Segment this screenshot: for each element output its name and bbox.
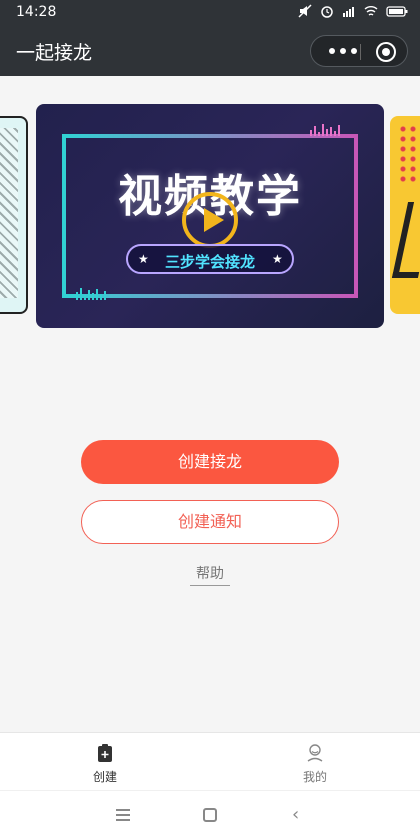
carousel-slide-video-tutorial[interactable]: 视频教学 ★ 三步学会接龙 ★	[36, 104, 384, 328]
close-icon[interactable]	[376, 42, 396, 62]
mute-icon	[298, 4, 312, 18]
banner-carousel[interactable]: 视频教学 ★ 三步学会接龙 ★	[0, 76, 420, 346]
banner-subtitle-pill: ★ 三步学会接龙 ★	[126, 244, 294, 274]
tab-create-label: 创建	[92, 770, 117, 784]
banner-equalizer-bottom	[76, 286, 106, 300]
tab-bar: 创建 我的	[0, 732, 420, 790]
system-nav-bar: ‹	[0, 790, 420, 840]
capsule-divider	[360, 44, 361, 60]
tab-create[interactable]: 创建	[0, 733, 210, 791]
user-icon	[307, 744, 323, 762]
banner-subtitle: 三步学会接龙	[164, 253, 255, 271]
tab-mine-label: 我的	[302, 770, 327, 784]
star-icon: ★	[272, 252, 283, 266]
create-notice-button[interactable]: 创建通知	[81, 500, 339, 544]
page-title: 一起接龙	[16, 42, 93, 64]
status-icons	[298, 4, 408, 18]
mini-program-capsule	[310, 35, 408, 67]
carousel-slide-next[interactable]	[390, 116, 420, 314]
create-doc-icon	[98, 744, 112, 762]
create-relay-button[interactable]: 创建接龙	[81, 440, 339, 484]
help-link[interactable]: 帮助	[190, 563, 230, 586]
back-icon[interactable]: ‹	[292, 806, 299, 824]
status-time: 14:28	[16, 4, 57, 20]
wifi-icon	[364, 6, 378, 16]
play-icon[interactable]	[182, 192, 238, 248]
home-icon[interactable]	[203, 808, 217, 822]
banner-equalizer-top	[310, 122, 340, 136]
more-icon[interactable]	[329, 45, 357, 57]
menu-icon[interactable]	[116, 809, 130, 821]
carousel-slide-prev[interactable]	[0, 116, 28, 314]
alarm-icon	[321, 6, 333, 18]
battery-icon	[386, 6, 408, 17]
nav-bar: 一起接龙	[0, 26, 420, 76]
signal-hd-icon	[343, 7, 354, 17]
tab-mine[interactable]: 我的	[210, 733, 420, 791]
status-bar: 14:28	[0, 0, 420, 26]
